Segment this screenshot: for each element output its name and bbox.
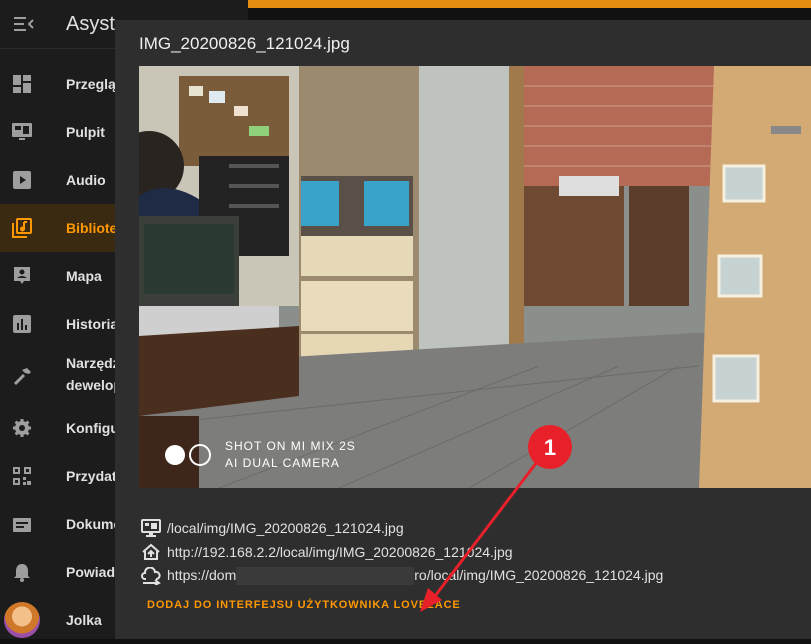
sidebar-item-label: Dokume [66, 516, 122, 532]
sidebar-item-label: Mapa [66, 268, 102, 284]
monitor-icon [139, 516, 163, 540]
hammer-icon [10, 364, 34, 388]
app-title: Asyst [66, 12, 115, 35]
path-external-row: https://dom ro/local/img/IMG_20200826_121… [139, 564, 663, 588]
path-external-suffix: ro/local/img/IMG_20200826_121024.jpg [414, 566, 664, 583]
label-line-2: dewelop [66, 377, 123, 393]
sidebar-item-label: Przeglą [66, 76, 116, 92]
watermark-line-2: AI DUAL CAMERA [225, 456, 340, 470]
header-bar [248, 0, 811, 8]
monitor-dashboard-icon [10, 120, 34, 144]
path-external-prefix: https://dom [167, 566, 237, 583]
home-upload-icon [139, 540, 163, 564]
avatar [4, 602, 40, 638]
path-external[interactable]: https://dom ro/local/img/IMG_20200826_121… [167, 566, 664, 586]
path-internal[interactable]: http://192.168.2.2/local/img/IMG_2020082… [167, 544, 513, 560]
menu-collapse-icon[interactable] [12, 12, 36, 36]
camera-watermark: SHOT ON MI MIX 2S AI DUAL CAMERA [165, 438, 356, 472]
music-library-icon [10, 216, 34, 240]
watermark-dot-filled [165, 445, 185, 465]
chart-box-icon [10, 312, 34, 336]
dialog-title: IMG_20200826_121024.jpg [139, 34, 350, 53]
photo-office-scene [139, 66, 811, 488]
sidebar-item-label: Pulpit [66, 124, 105, 140]
path-internal-row: http://192.168.2.2/local/img/IMG_2020082… [139, 540, 663, 564]
watermark-line-1: SHOT ON MI MIX 2S [225, 439, 356, 453]
document-icon [10, 512, 34, 536]
watermark-dot-outline [189, 444, 211, 466]
watermark-text: SHOT ON MI MIX 2S AI DUAL CAMERA [225, 438, 356, 472]
media-dialog: IMG_20200826_121024.jpg SHOT ON MI MIX 2… [115, 20, 811, 639]
sidebar-item-label: Konfigu [66, 420, 119, 436]
cloud-upload-icon [139, 564, 163, 588]
path-local[interactable]: /local/img/IMG_20200826_121024.jpg [167, 520, 404, 536]
path-local-row: /local/img/IMG_20200826_121024.jpg [139, 516, 663, 540]
add-to-lovelace-button[interactable]: DODAJ DO INTERFEJSU UŻYTKOWNIKA LOVELACE [147, 599, 461, 611]
qrcode-icon [10, 464, 34, 488]
bell-icon [10, 560, 34, 584]
media-paths: /local/img/IMG_20200826_121024.jpg http:… [139, 516, 663, 588]
dashboard-icon [10, 72, 34, 96]
sidebar-item-label: Przydat [66, 468, 117, 484]
sidebar-item-label: Audio [66, 172, 106, 188]
play-box-icon [10, 168, 34, 192]
image-preview: SHOT ON MI MIX 2S AI DUAL CAMERA [139, 66, 811, 488]
user-name: Jolka [66, 612, 102, 628]
cog-icon [10, 416, 34, 440]
label-line-1: Narzędz [66, 355, 120, 371]
redacted-domain [236, 567, 415, 586]
sidebar-item-label: Historia [66, 316, 119, 332]
sidebar-item-label: Narzędz dewelop [66, 352, 122, 396]
map-account-icon [10, 264, 34, 288]
